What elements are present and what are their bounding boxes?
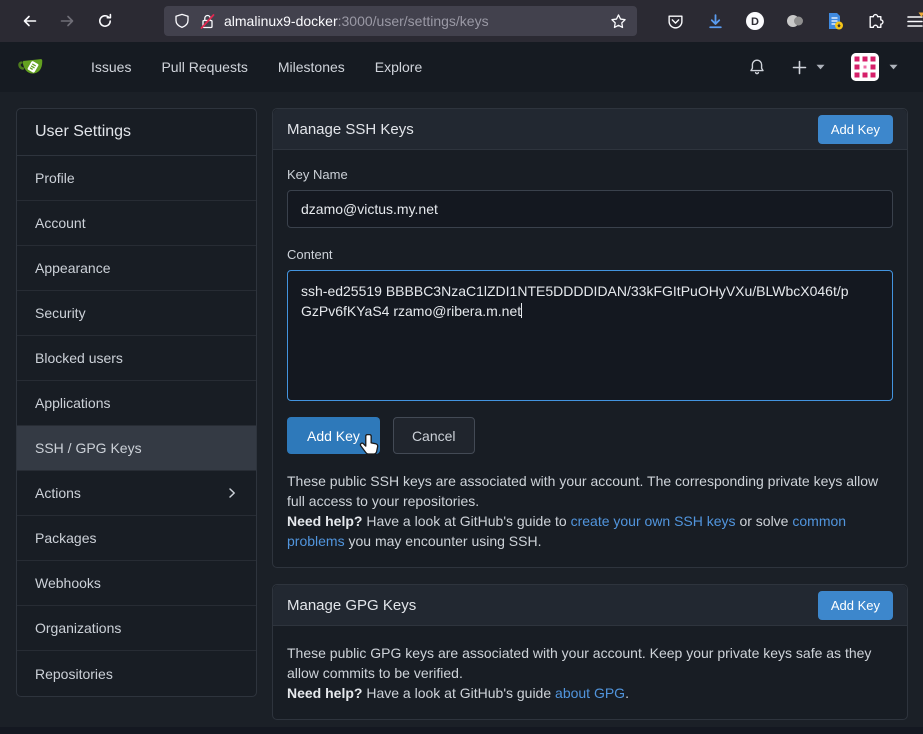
- url-host: almalinux9-docker: [224, 13, 338, 29]
- create-ssh-keys-link[interactable]: create your own SSH keys: [571, 513, 736, 529]
- ssh-panel-body: Key Name Content ssh-ed25519 BBBBC3NzaC1…: [273, 150, 907, 567]
- key-content-text: ssh-ed25519 BBBBC3NzaC1lZDI1NTE5DDDDIDAN…: [301, 283, 849, 319]
- about-gpg-link[interactable]: about GPG: [555, 685, 625, 701]
- notifications-bell-icon[interactable]: [740, 58, 774, 77]
- gpg-panel-title: Manage GPG Keys: [287, 597, 416, 614]
- duckduckgo-extension-icon[interactable]: D: [739, 6, 771, 36]
- chevron-down-icon: [889, 64, 898, 70]
- gpg-description: These public GPG keys are associated wit…: [287, 643, 893, 683]
- avatar: [851, 53, 879, 81]
- chevron-right-icon: [226, 487, 238, 499]
- content-label: Content: [287, 247, 893, 262]
- pocket-icon[interactable]: [659, 6, 691, 36]
- ssh-help-text: These public SSH keys are associated wit…: [287, 471, 893, 551]
- sidebar-item-webhooks[interactable]: Webhooks: [17, 561, 256, 606]
- svg-text:D: D: [751, 16, 759, 28]
- sidebar-item-packages[interactable]: Packages: [17, 516, 256, 561]
- forward-button[interactable]: [50, 6, 84, 36]
- gpg-need-help-line: Need help? Have a look at GitHub's guide…: [287, 683, 893, 703]
- back-button[interactable]: [12, 6, 46, 36]
- browser-toolbar: almalinux9-docker:3000/user/settings/key…: [0, 0, 923, 42]
- sidebar-item-repositories[interactable]: Repositories: [17, 651, 256, 696]
- key-content-textarea[interactable]: ssh-ed25519 BBBBC3NzaC1lZDI1NTE5DDDDIDAN…: [287, 270, 893, 401]
- gpg-panel-header: Manage GPG Keys Add Key: [273, 585, 907, 626]
- shield-icon[interactable]: [174, 13, 190, 29]
- url-path: :3000/user/settings/keys: [338, 13, 489, 29]
- nav-item-milestones[interactable]: Milestones: [263, 59, 360, 75]
- ssh-panel-title: Manage SSH Keys: [287, 121, 414, 138]
- nav-item-pull-requests[interactable]: Pull Requests: [146, 59, 262, 75]
- ssh-keys-panel: Manage SSH Keys Add Key Key Name Content…: [272, 108, 908, 568]
- sidebar-item-security[interactable]: Security: [17, 291, 256, 336]
- url-text: almalinux9-docker:3000/user/settings/key…: [224, 13, 610, 29]
- ssh-need-help-line: Need help? Have a look at GitHub's guide…: [287, 511, 893, 551]
- plus-icon: [792, 60, 807, 75]
- extensions-puzzle-icon[interactable]: [859, 6, 891, 36]
- form-buttons: Add Key Cancel: [287, 417, 893, 454]
- sidebar-item-account[interactable]: Account: [17, 201, 256, 246]
- page-footer-strip: [0, 727, 923, 734]
- sidebar-item-organizations[interactable]: Organizations: [17, 606, 256, 651]
- nav-item-issues[interactable]: Issues: [76, 59, 146, 75]
- cancel-button[interactable]: Cancel: [393, 417, 475, 454]
- extension-blob-icon[interactable]: [779, 6, 811, 36]
- sidebar-title: User Settings: [17, 109, 256, 156]
- sidebar-item-ssh-gpg-keys[interactable]: SSH / GPG Keys: [17, 426, 256, 471]
- sidebar-item-actions[interactable]: Actions: [17, 471, 256, 516]
- document-extension-icon[interactable]: [819, 6, 851, 36]
- key-name-input[interactable]: [287, 190, 893, 228]
- sidebar-item-appearance[interactable]: Appearance: [17, 246, 256, 291]
- gpg-help-text: These public GPG keys are associated wit…: [287, 643, 893, 703]
- navbar-right: [740, 53, 906, 81]
- app-navbar: Issues Pull Requests Milestones Explore: [0, 42, 923, 92]
- sidebar-item-blocked-users[interactable]: Blocked users: [17, 336, 256, 381]
- add-key-submit-button[interactable]: Add Key: [287, 417, 380, 454]
- settings-main: Manage SSH Keys Add Key Key Name Content…: [272, 108, 908, 720]
- nav-item-explore[interactable]: Explore: [360, 59, 437, 75]
- key-name-label: Key Name: [287, 167, 893, 182]
- sidebar-item-label: Actions: [35, 485, 81, 501]
- url-bar[interactable]: almalinux9-docker:3000/user/settings/key…: [164, 6, 637, 36]
- bookmark-star-icon[interactable]: [610, 13, 627, 30]
- create-new-dropdown[interactable]: [784, 60, 833, 75]
- settings-sidebar: User Settings Profile Account Appearance…: [16, 108, 257, 697]
- screen: almalinux9-docker:3000/user/settings/key…: [0, 0, 923, 734]
- gpg-keys-panel: Manage GPG Keys Add Key These public GPG…: [272, 584, 908, 720]
- toolbar-extensions: D: [659, 6, 923, 36]
- menu-hamburger-icon[interactable]: [899, 6, 923, 36]
- ssh-add-key-header-button[interactable]: Add Key: [818, 115, 893, 144]
- user-menu-dropdown[interactable]: [843, 53, 906, 81]
- ssh-panel-header: Manage SSH Keys Add Key: [273, 109, 907, 150]
- gpg-add-key-header-button[interactable]: Add Key: [818, 591, 893, 620]
- gpg-panel-body: These public GPG keys are associated wit…: [273, 626, 907, 719]
- sidebar-item-applications[interactable]: Applications: [17, 381, 256, 426]
- ssh-description: These public SSH keys are associated wit…: [287, 471, 893, 511]
- gitea-logo[interactable]: [17, 53, 48, 81]
- text-caret: [521, 303, 522, 318]
- insecure-lock-icon[interactable]: [199, 13, 216, 30]
- download-icon[interactable]: [699, 6, 731, 36]
- reload-button[interactable]: [88, 6, 122, 36]
- sidebar-item-profile[interactable]: Profile: [17, 156, 256, 201]
- chevron-down-icon: [816, 64, 825, 70]
- content-area: User Settings Profile Account Appearance…: [0, 92, 923, 720]
